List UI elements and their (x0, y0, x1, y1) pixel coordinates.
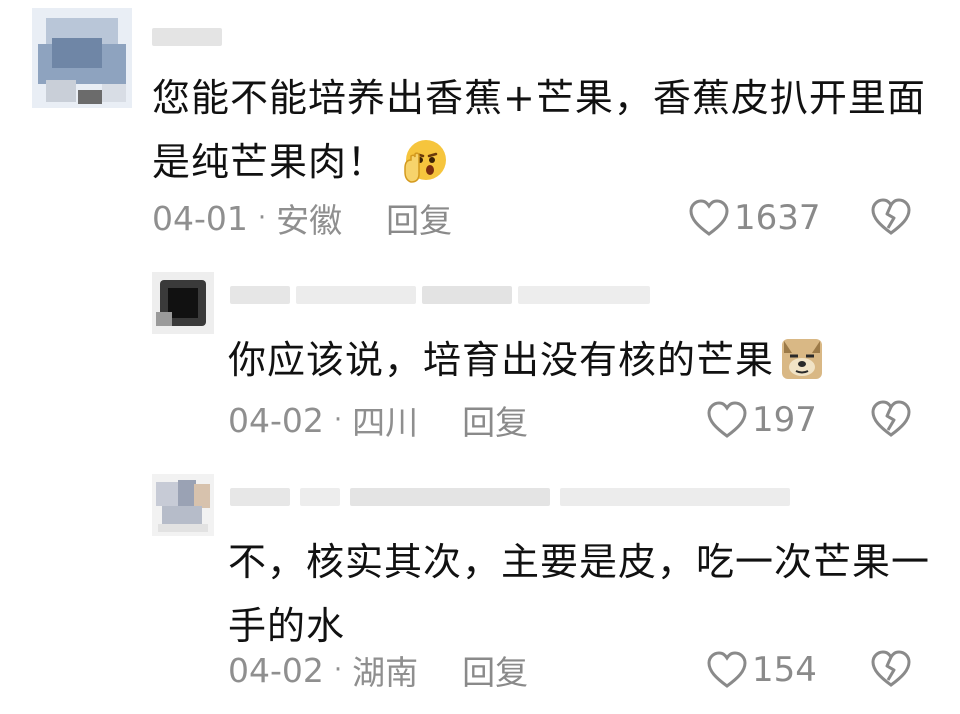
doge-emoji (780, 336, 826, 382)
comment-date: 04-02 (228, 400, 324, 440)
comment-text: 不，核实其次，主要是皮，吃一次芒果一 手的水 (228, 530, 930, 658)
separator-dot: · (333, 405, 343, 435)
comment-3: 不，核实其次，主要是皮，吃一次芒果一 手的水 04-02 · 湖南 回复 154 (0, 460, 960, 714)
avatar[interactable] (152, 474, 214, 536)
comment-1: 您能不能培养出香蕉+芒果，香蕉皮扒开里面 是纯芒果肉！ 04-01 · 安徽 回… (0, 0, 960, 250)
dislike-button[interactable] (870, 198, 912, 240)
comment-region: 四川 (352, 403, 419, 442)
broken-heart-icon (871, 650, 911, 687)
comment-date: 04-01 (152, 198, 248, 238)
comment-date: 04-02 (228, 650, 324, 690)
comment-region: 湖南 (352, 653, 419, 692)
comment-text: 你应该说，培育出没有核的芒果 (228, 328, 826, 392)
reply-button[interactable]: 回复 (386, 194, 452, 242)
heart-outline-icon (707, 401, 747, 438)
comment-text-line: 你应该说，培育出没有核的芒果 (228, 328, 826, 392)
username-blurred[interactable] (230, 286, 650, 304)
avatar[interactable] (32, 8, 132, 108)
comment-text-line: 不，核实其次，主要是皮，吃一次芒果一 (228, 540, 931, 584)
comment-text: 您能不能培养出香蕉+芒果，香蕉皮扒开里面 是纯芒果肉！ (152, 66, 926, 194)
like-button[interactable]: 154 (706, 648, 817, 692)
like-count: 1637 (734, 198, 821, 238)
heart-outline-icon (707, 651, 747, 688)
comment-text-line: 您能不能培养出香蕉+芒果，香蕉皮扒开里面 (152, 76, 926, 120)
username-blurred[interactable] (230, 488, 790, 506)
reply-button[interactable]: 回复 (462, 396, 528, 444)
username-blurred[interactable] (152, 28, 222, 46)
comment-region: 安徽 (276, 201, 343, 240)
like-button[interactable]: 1637 (688, 196, 821, 240)
broken-heart-icon (871, 198, 911, 235)
comment-meta: 04-02 · 湖南 回复 (228, 646, 528, 694)
broken-heart-icon (871, 400, 911, 437)
dislike-button[interactable] (870, 650, 912, 692)
like-button[interactable]: 197 (706, 398, 817, 442)
comment-2: 你应该说，培育出没有核的芒果 04-02 · 四川 回复 197 (0, 250, 960, 460)
avatar[interactable] (152, 272, 214, 334)
like-count: 154 (752, 650, 817, 690)
comment-text-line: 是纯芒果肉！ (152, 130, 926, 194)
separator-dot: · (333, 655, 343, 685)
like-count: 197 (752, 400, 817, 440)
reply-button[interactable]: 回复 (462, 646, 528, 694)
dislike-button[interactable] (870, 400, 912, 442)
heart-outline-icon (689, 199, 729, 236)
shocked-hand-emoji (402, 138, 448, 184)
comment-meta: 04-01 · 安徽 回复 (152, 194, 452, 242)
comment-meta: 04-02 · 四川 回复 (228, 396, 528, 444)
separator-dot: · (257, 203, 267, 233)
